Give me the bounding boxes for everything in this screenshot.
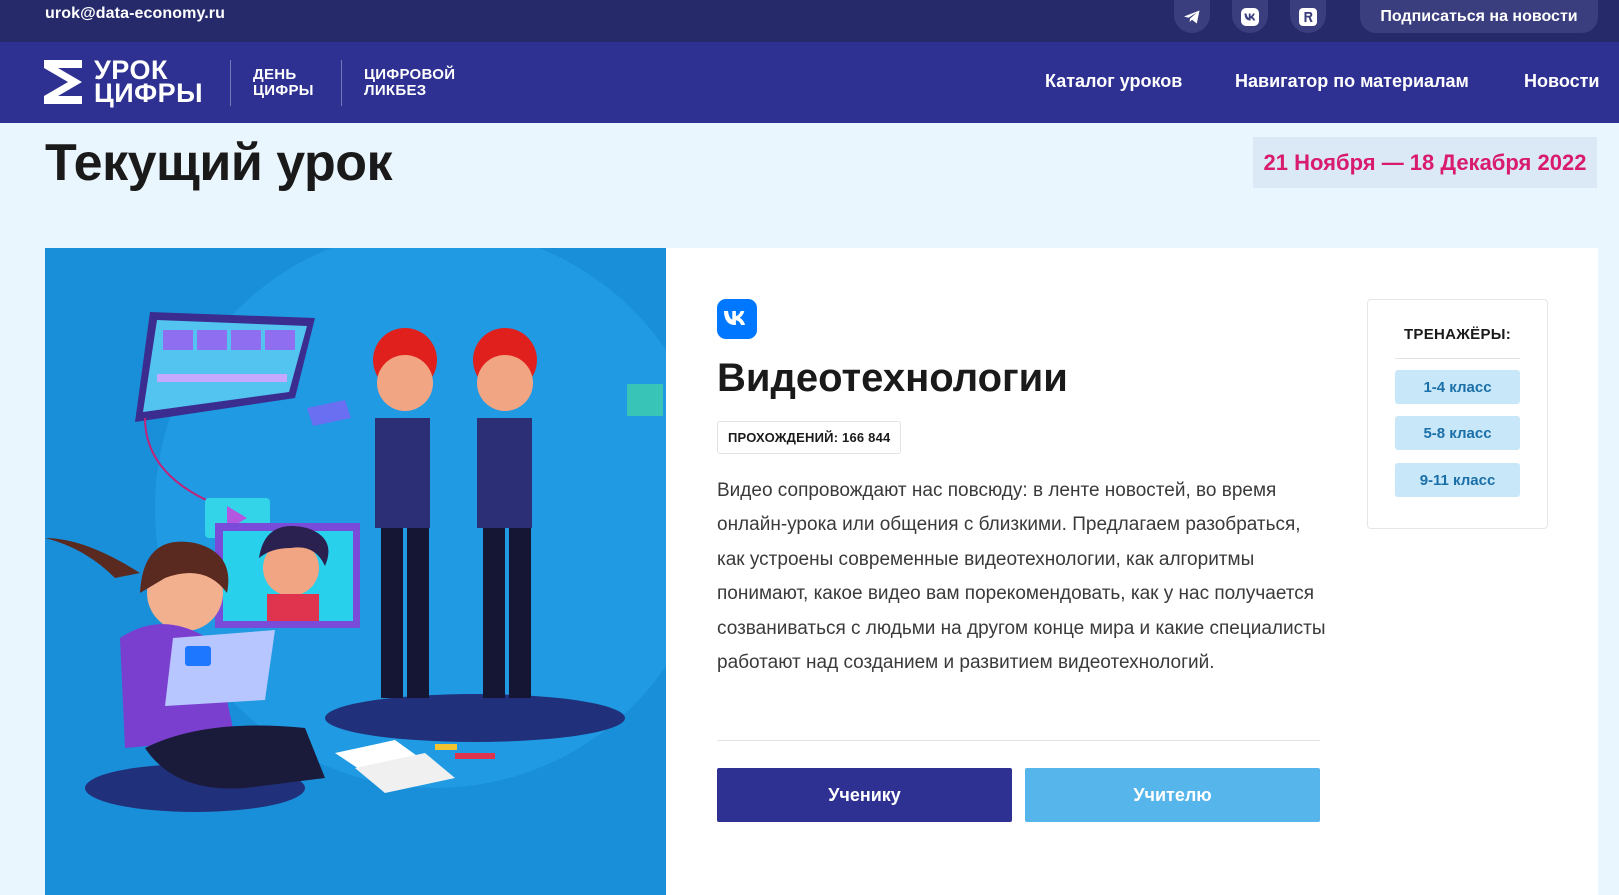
subscribe-button[interactable]: Подписаться на новости <box>1360 0 1598 33</box>
lesson-illustration <box>45 248 666 895</box>
main-navigation: УРОК ЦИФРЫ ДЕНЬ ЦИФРЫ ЦИФРОВОЙ ЛИКБЕЗ Ка… <box>0 42 1619 123</box>
lesson-description: Видео сопровождают нас повсюду: в ленте … <box>717 480 1326 674</box>
teacher-button[interactable]: Учителю <box>1025 768 1320 822</box>
nav-divider <box>230 60 231 106</box>
grade-5-8-button[interactable]: 5-8 класс <box>1395 416 1520 450</box>
grade-1-4-button[interactable]: 1-4 класс <box>1395 370 1520 404</box>
logo-mark-icon <box>44 60 82 104</box>
nav-news-link[interactable]: Новости <box>1524 71 1599 92</box>
nav-catalog-link[interactable]: Каталог уроков <box>1045 71 1182 92</box>
nav-divider <box>341 60 342 106</box>
day-of-digit-link[interactable]: ДЕНЬ ЦИФРЫ <box>253 67 314 99</box>
contact-email-link[interactable]: urok@data-economy.ru <box>45 5 225 23</box>
grade-9-11-button[interactable]: 9-11 класс <box>1395 463 1520 497</box>
logo-wordmark: УРОК ЦИФРЫ <box>94 55 204 108</box>
page-title: Текущий урок <box>45 134 393 192</box>
telegram-icon[interactable] <box>1174 0 1210 33</box>
lesson-card: Видеотехнологии ПРОХОЖДЕНИЙ: 166 844 Вид… <box>45 248 1598 895</box>
lesson-title: Видеотехнологии <box>717 356 1068 400</box>
divider <box>1395 358 1520 359</box>
top-bar: urok@data-economy.ru Подписаться на ново… <box>0 0 1619 42</box>
rutube-icon[interactable] <box>1290 0 1326 33</box>
digital-literacy-link[interactable]: ЦИФРОВОЙ ЛИКБЕЗ <box>364 67 455 99</box>
student-button[interactable]: Ученику <box>717 768 1012 822</box>
vk-icon <box>717 299 757 339</box>
passes-count-badge: ПРОХОЖДЕНИЙ: 166 844 <box>717 421 902 454</box>
trainers-title: ТРЕНАЖЁРЫ: <box>1403 326 1512 343</box>
lesson-dates-badge: 21 Ноября — 18 Декабря 2022 <box>1253 137 1597 188</box>
divider <box>717 740 1320 741</box>
nav-navigator-link[interactable]: Навигатор по материалам <box>1235 71 1469 92</box>
site-logo[interactable]: УРОК ЦИФРЫ <box>44 55 204 108</box>
trainers-panel: ТРЕНАЖЁРЫ: 1-4 класс 5-8 класс 9-11 клас… <box>1367 299 1548 529</box>
vk-icon[interactable] <box>1232 0 1268 33</box>
